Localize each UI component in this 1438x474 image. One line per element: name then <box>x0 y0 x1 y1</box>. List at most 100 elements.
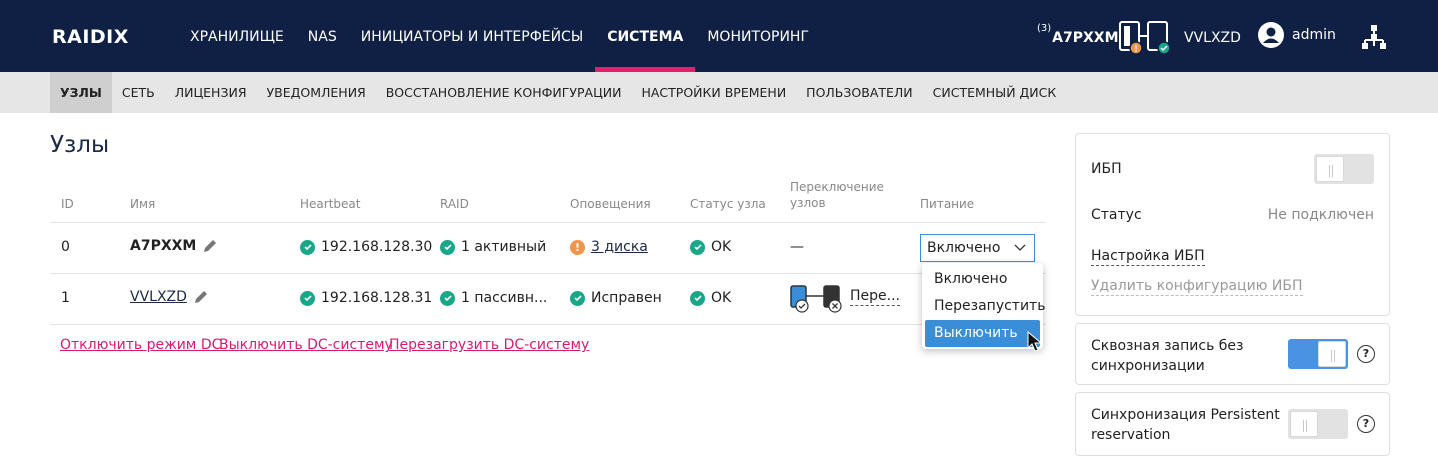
subnav-time-settings[interactable]: НАСТРОЙКИ ВРЕМЕНИ <box>631 72 796 113</box>
row1-heartbeat: 192.168.128.31 <box>300 290 432 306</box>
row1-raid-text: 1 пассивн... <box>461 290 548 306</box>
row0-name-cell: A7PXXM <box>130 238 218 254</box>
subnav-network[interactable]: СЕТЬ <box>112 72 165 113</box>
row0-name: A7PXXM <box>130 238 197 254</box>
ups-status-label: Статус <box>1091 207 1142 223</box>
nav-storage[interactable]: ХРАНИЛИЩЕ <box>178 0 296 72</box>
write-through-label: Сквозная запись без синхронизации <box>1091 336 1243 376</box>
col-raid: RAID <box>440 197 469 211</box>
col-heartbeat: Heartbeat <box>300 197 361 211</box>
persistent-sync-label-line2: reservation <box>1091 427 1171 443</box>
subnav-nodes[interactable]: УЗЛЫ <box>50 72 112 113</box>
ups-label: ИБП <box>1091 161 1122 177</box>
power-select[interactable]: Включено <box>920 234 1035 262</box>
row-divider <box>50 273 1046 274</box>
row-divider <box>50 324 1046 325</box>
power-select-value: Включено <box>927 240 1001 256</box>
ups-status-value: Не подключен <box>1267 207 1374 223</box>
col-switchover-line2: узлов <box>790 196 826 210</box>
ok-check-icon <box>690 290 705 306</box>
subnav-config-recovery[interactable]: ВОССТАНОВЛЕНИЕ КОНФИГУРАЦИИ <box>376 72 632 113</box>
row1-heartbeat-ip: 192.168.128.31 <box>321 290 433 306</box>
row0-raid-text: 1 активный <box>461 239 547 255</box>
row0-heartbeat: 192.168.128.30 <box>300 239 432 255</box>
persistent-sync-label: Синхронизация Persistent reservation <box>1091 405 1280 445</box>
row1-id: 1 <box>61 290 70 306</box>
network-topology-icon[interactable] <box>1361 24 1387 50</box>
nav-system[interactable]: СИСТЕМА <box>595 0 696 72</box>
subnav-users[interactable]: ПОЛЬЗОВАТЕЛИ <box>796 72 922 113</box>
persistent-sync-label-line1: Синхронизация Persistent <box>1091 407 1280 423</box>
row1-switchover-text: Пере... <box>850 288 900 306</box>
chevron-down-icon <box>1014 244 1026 251</box>
col-name: Имя <box>130 197 156 211</box>
row0-heartbeat-ip: 192.168.128.30 <box>321 239 433 255</box>
subnav-notifications[interactable]: УВЕДОМЛЕНИЯ <box>257 72 376 113</box>
row0-alerts: ! 3 диска <box>570 239 648 255</box>
power-dropdown-menu: Включено Перезапустить Выключить <box>922 263 1045 349</box>
mouse-cursor-icon <box>1027 330 1043 352</box>
ups-delete-config-link[interactable]: Удалить конфигурацию ИБП <box>1091 278 1303 296</box>
svg-text:!: ! <box>1135 44 1138 54</box>
row0-raid: 1 активный <box>440 239 546 255</box>
shutdown-dc-system-link[interactable]: Выключить DC-систему <box>219 337 393 353</box>
sub-nav-bar: УЗЛЫ СЕТЬ ЛИЦЕНЗИЯ УВЕДОМЛЕНИЯ ВОССТАНОВ… <box>0 72 1438 113</box>
raidix-logo[interactable]: RAIDIX <box>52 26 129 48</box>
ups-card: ИБП Статус Не подключен Настройка ИБП Уд… <box>1075 133 1390 316</box>
col-switchover: Переключение узлов <box>790 179 884 211</box>
nodes-status-icon[interactable]: ! <box>1118 20 1174 56</box>
node-switchover-icon <box>790 285 842 313</box>
sub-nav: УЗЛЫ СЕТЬ ЛИЦЕНЗИЯ УВЕДОМЛЕНИЯ ВОССТАНОВ… <box>50 72 1066 113</box>
ok-check-icon <box>690 239 705 255</box>
node1-name: A7PXXM <box>1052 30 1119 46</box>
write-through-card: Сквозная запись без синхронизации ? <box>1075 323 1390 385</box>
subnav-license[interactable]: ЛИЦЕНЗИЯ <box>165 72 257 113</box>
write-through-label-line1: Сквозная запись без <box>1091 338 1244 354</box>
persistent-sync-toggle[interactable] <box>1288 409 1348 439</box>
ok-check-icon <box>300 239 315 255</box>
row0-status: OK <box>690 239 731 255</box>
help-icon[interactable]: ? <box>1357 415 1375 433</box>
power-option-on[interactable]: Включено <box>925 266 1040 293</box>
col-status: Статус узла <box>690 197 766 211</box>
subnav-system-disk[interactable]: СИСТЕМНЫЙ ДИСК <box>923 72 1067 113</box>
row1-name-link[interactable]: VVLXZD <box>130 289 187 305</box>
ok-check-icon <box>300 290 315 306</box>
reboot-dc-system-link[interactable]: Перезагрузить DC-систему <box>389 337 589 353</box>
logo-text: RAIDIX <box>52 26 129 48</box>
row0-switchover: — <box>790 239 804 255</box>
nav-initiators[interactable]: ИНИЦИАТОРЫ И ИНТЕРФЕЙСЫ <box>349 0 595 72</box>
persistent-sync-card: Синхронизация Persistent reservation ? <box>1075 392 1390 456</box>
disable-dc-mode-link[interactable]: Отключить режим DC <box>60 337 221 353</box>
row0-alerts-link[interactable]: 3 диска <box>591 239 648 255</box>
col-power: Питание <box>920 197 975 211</box>
edit-pencil-icon[interactable] <box>202 238 218 254</box>
row1-alerts-text: Исправен <box>591 290 662 306</box>
row1-status: OK <box>690 290 731 306</box>
col-switchover-line1: Переключение <box>790 180 884 194</box>
row1-name-cell: VVLXZD <box>130 289 209 305</box>
page-title: Узлы <box>50 132 110 158</box>
write-through-toggle[interactable] <box>1288 339 1348 369</box>
nav-nas[interactable]: NAS <box>296 0 349 72</box>
main-nav: ХРАНИЛИЩЕ NAS ИНИЦИАТОРЫ И ИНТЕРФЕЙСЫ СИ… <box>178 0 821 72</box>
warning-icon: ! <box>570 239 585 255</box>
help-icon[interactable]: ? <box>1357 345 1375 363</box>
edit-pencil-icon[interactable] <box>193 289 209 305</box>
power-option-shutdown[interactable]: Выключить <box>925 320 1040 347</box>
ok-check-icon <box>440 239 455 255</box>
row1-raid: 1 пассивн... <box>440 290 547 306</box>
ups-toggle[interactable] <box>1314 154 1374 184</box>
nav-monitoring[interactable]: МОНИТОРИНГ <box>695 0 821 72</box>
user-name: admin <box>1292 27 1336 43</box>
row0-id: 0 <box>61 239 70 255</box>
top-bar: RAIDIX ХРАНИЛИЩЕ NAS ИНИЦИАТОРЫ И ИНТЕРФ… <box>0 0 1438 72</box>
ok-check-icon <box>570 290 585 306</box>
power-option-restart[interactable]: Перезапустить <box>925 293 1045 320</box>
cluster-indicator[interactable]: (3) A7PXXM <box>1037 22 1119 46</box>
row1-switchover[interactable]: Пере... <box>790 285 900 313</box>
ups-configure-link[interactable]: Настройка ИБП <box>1091 248 1205 266</box>
user-menu[interactable]: admin <box>1258 22 1336 48</box>
row0-status-text: OK <box>711 239 732 255</box>
header-divider <box>50 222 1046 223</box>
